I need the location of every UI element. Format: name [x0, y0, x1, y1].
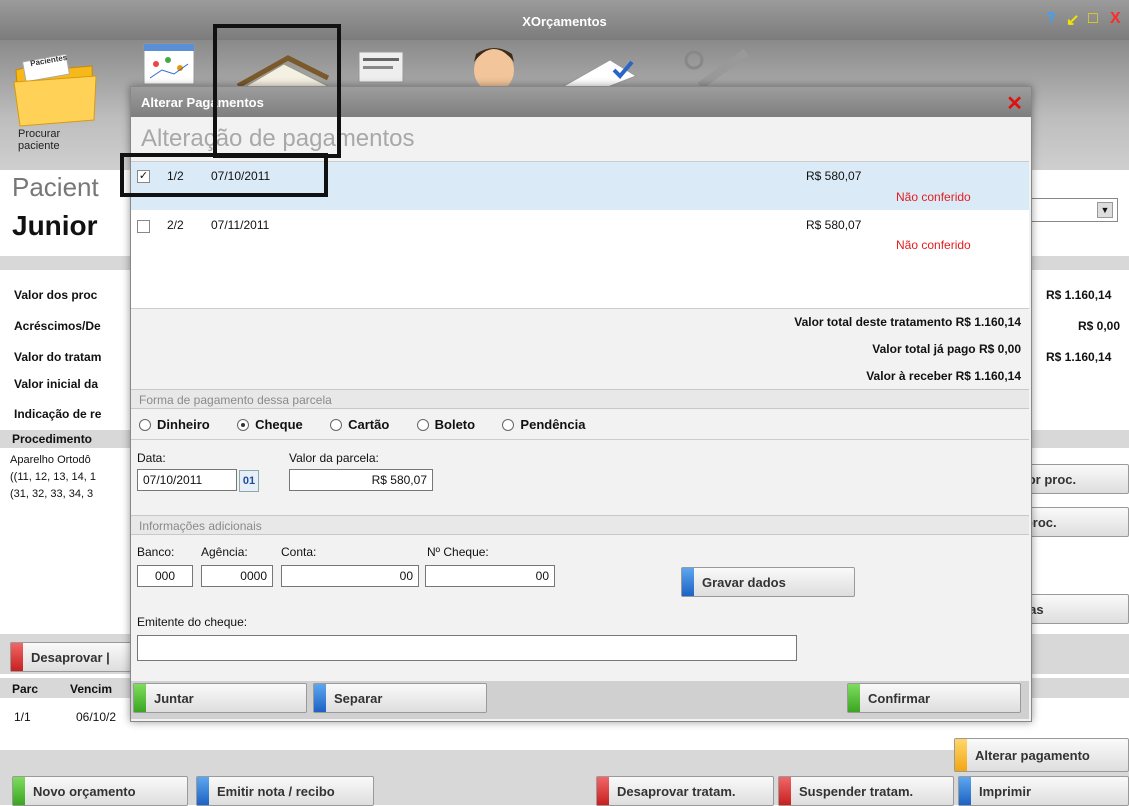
date-field[interactable]: 07/10/2011	[137, 469, 237, 491]
radio-off-icon	[416, 418, 429, 431]
payment-method-group: Dinheiro Cheque Cartão Boleto Pendência	[139, 417, 609, 434]
alter-payment-button[interactable]: Alterar pagamento	[954, 738, 1129, 772]
summary-value-3: R$ 1.160,14	[1046, 350, 1112, 364]
disapprove-treatment-button[interactable]: Desaprovar tratam.	[596, 776, 774, 806]
new-budget-button[interactable]: Novo orçamento	[12, 776, 188, 806]
join-button[interactable]: Juntar	[133, 683, 307, 713]
patients-folder-icon[interactable]: Pacientes	[10, 52, 100, 130]
installment-date: 07/11/2011	[211, 218, 270, 232]
calendar-icon[interactable]: 01	[239, 470, 259, 492]
divider	[131, 439, 1029, 440]
summary-value-1: R$ 1.160,14	[1046, 288, 1112, 302]
procedures-header: Procedimento	[12, 432, 93, 446]
installment-row[interactable]: 2/2 07/11/2011 R$ 580,07 Não conferido	[131, 210, 1029, 258]
account-field[interactable]: 00	[281, 565, 419, 587]
installments-col-parc: Parc	[12, 682, 39, 696]
bank-field[interactable]: 000	[137, 565, 193, 587]
installment-value-field[interactable]: R$ 580,07	[289, 469, 433, 491]
radio-cartao[interactable]: Cartão	[330, 417, 389, 432]
status-select[interactable]: ▼	[1028, 198, 1118, 222]
installment-value-label: Valor da parcela:	[289, 451, 379, 465]
chevron-down-icon[interactable]: ▼	[1097, 202, 1113, 218]
maximize-icon[interactable]: □	[1088, 10, 1098, 28]
save-data-button[interactable]: Gravar dados	[681, 567, 855, 597]
patient-name: Junior	[12, 210, 98, 241]
radio-off-icon	[330, 418, 343, 431]
installment-number: 2/2	[167, 218, 184, 232]
suspend-treatment-button[interactable]: Suspender tratam.	[778, 776, 954, 806]
agency-field[interactable]: 0000	[201, 565, 273, 587]
close-app-icon[interactable]: X	[1110, 10, 1121, 28]
dentist-avatar-icon[interactable]	[466, 40, 522, 92]
summary-label-2: Acréscimos/De	[14, 319, 101, 333]
installments-col-due: Vencim	[70, 682, 113, 696]
patient-label: Pacient	[12, 172, 99, 202]
installment-checkbox[interactable]	[137, 220, 150, 233]
treatment-total: Valor total deste tratamento R$ 1.160,14	[794, 315, 1021, 329]
radio-on-icon	[237, 418, 250, 431]
issue-receipt-button[interactable]: Emitir nota / recibo	[196, 776, 374, 806]
installment-status: Não conferido	[896, 190, 971, 204]
procedure-line-2: ((11, 12, 13, 14, 1	[10, 471, 97, 483]
highlight-box	[120, 153, 328, 197]
summary-label-1: Valor dos proc	[14, 288, 98, 302]
app-title: XOrçamentos	[522, 14, 607, 29]
close-icon[interactable]: ✕	[1006, 91, 1023, 116]
to-receive-total: Valor à receber R$ 1.160,14	[866, 369, 1021, 383]
summary-value-2: R$ 0,00	[1078, 319, 1121, 333]
agency-label: Agência:	[201, 545, 248, 559]
radio-off-icon	[139, 418, 151, 431]
radio-pendencia[interactable]: Pendência	[502, 417, 585, 432]
payment-section-header: Forma de pagamento dessa parcela	[131, 389, 1029, 409]
installment-row-number: 1/1	[14, 710, 31, 724]
help-icon[interactable]: ?	[1046, 10, 1056, 28]
procedure-line-1: Aparelho Ortodô	[10, 454, 91, 466]
installment-row-date: 06/10/2	[76, 710, 117, 724]
additional-info-header: Informações adicionais	[131, 515, 1029, 535]
installment-status: Não conferido	[896, 238, 971, 252]
radio-dinheiro[interactable]: Dinheiro	[139, 417, 210, 432]
radio-off-icon	[502, 418, 515, 431]
check-number-field[interactable]: 00	[425, 565, 555, 587]
issuer-field[interactable]	[137, 635, 797, 661]
installment-amount: R$ 580,07	[806, 218, 862, 232]
summary-label-5: Indicação de re	[14, 407, 102, 421]
installment-amount: R$ 580,07	[806, 169, 862, 183]
split-button[interactable]: Separar	[313, 683, 487, 713]
confirm-button[interactable]: Confirmar	[847, 683, 1021, 713]
radio-boleto[interactable]: Boleto	[416, 417, 475, 432]
check-number-label: Nº Cheque:	[427, 545, 489, 559]
summary-label-4: Valor inicial da	[14, 377, 99, 391]
report-icon[interactable]	[355, 48, 407, 91]
issuer-label: Emitente do cheque:	[137, 615, 248, 629]
restore-icon[interactable]: ↙	[1066, 10, 1079, 30]
paid-total: Valor total já pago R$ 0,00	[872, 342, 1021, 356]
date-label: Data:	[137, 451, 166, 465]
bank-label: Banco:	[137, 545, 175, 559]
print-button[interactable]: Imprimir	[958, 776, 1129, 806]
search-patient-label[interactable]: Procurar paciente	[18, 128, 98, 152]
procedure-line-3: (31, 32, 33, 34, 3	[10, 488, 94, 500]
summary-label-3: Valor do tratam	[14, 350, 102, 364]
radio-cheque[interactable]: Cheque	[237, 417, 303, 432]
highlight-box	[213, 24, 341, 158]
disapprove-button[interactable]: Desaprovar |	[10, 642, 135, 672]
account-label: Conta:	[281, 545, 317, 559]
